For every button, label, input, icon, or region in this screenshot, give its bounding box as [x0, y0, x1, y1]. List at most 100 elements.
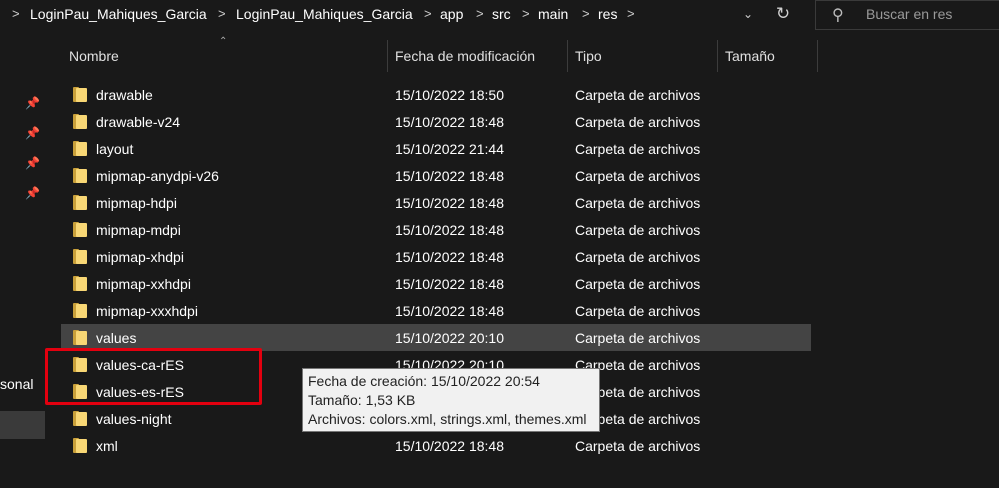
folder-icon: [73, 87, 87, 102]
folder-icon: [73, 303, 87, 318]
table-row[interactable]: mipmap-anydpi-v26 15/10/2022 18:48 Carpe…: [61, 162, 811, 189]
breadcrumb-item[interactable]: app: [440, 6, 463, 22]
search-input[interactable]: ⚲ Buscar en res: [815, 0, 999, 30]
column-size[interactable]: Tamaño: [725, 48, 775, 64]
table-row[interactable]: drawable 15/10/2022 18:50 Carpeta de arc…: [61, 81, 811, 108]
file-type: Carpeta de archivos: [575, 168, 701, 184]
file-type: Carpeta de archivos: [575, 195, 701, 211]
folder-icon: [73, 141, 87, 156]
file-type: Carpeta de archivos: [575, 438, 701, 454]
file-name: xml: [96, 438, 118, 454]
file-date: 15/10/2022 18:48: [395, 438, 504, 454]
table-row[interactable]: mipmap-xhdpi 15/10/2022 18:48 Carpeta de…: [61, 243, 811, 270]
breadcrumb-item[interactable]: main: [538, 6, 568, 22]
chevron-right-icon[interactable]: >: [12, 6, 20, 21]
column-type[interactable]: Tipo: [575, 48, 602, 64]
file-name: values-es-rES: [96, 384, 184, 400]
table-row[interactable]: drawable-v24 15/10/2022 18:48 Carpeta de…: [61, 108, 811, 135]
table-row[interactable]: mipmap-xxxhdpi 15/10/2022 18:48 Carpeta …: [61, 297, 811, 324]
column-header: ⌃ Nombre Fecha de modificación Tipo Tama…: [61, 36, 821, 72]
file-date: 15/10/2022 18:48: [395, 195, 504, 211]
file-name: values-ca-rES: [96, 357, 184, 373]
search-icon: ⚲: [832, 7, 844, 24]
table-row-hovered[interactable]: values 15/10/2022 20:10 Carpeta de archi…: [61, 324, 811, 351]
table-row[interactable]: mipmap-xxhdpi 15/10/2022 18:48 Carpeta d…: [61, 270, 811, 297]
file-name: drawable-v24: [96, 114, 181, 130]
column-date[interactable]: Fecha de modificación: [395, 48, 535, 64]
folder-icon: [73, 330, 87, 345]
tooltip-created: Fecha de creación: 15/10/2022 20:54: [308, 373, 540, 389]
file-date: 15/10/2022 18:48: [395, 303, 504, 319]
folder-icon: [73, 195, 87, 210]
file-name: mipmap-hdpi: [96, 195, 177, 211]
navigation-pane: 📌 📌 📌 📌 sonal: [0, 30, 45, 488]
folder-icon: [73, 249, 87, 264]
column-divider[interactable]: [817, 40, 818, 72]
file-date: 15/10/2022 21:44: [395, 141, 504, 157]
chevron-right-icon[interactable]: >: [582, 6, 590, 21]
breadcrumb: > LoginPau_Mahiques_Garcia > LoginPau_Ma…: [0, 0, 760, 30]
folder-icon: [73, 222, 87, 237]
breadcrumb-item[interactable]: src: [492, 6, 511, 22]
file-name: values-night: [96, 411, 172, 427]
file-date: 15/10/2022 18:48: [395, 168, 504, 184]
folder-icon: [73, 384, 87, 399]
nav-item-selected[interactable]: [0, 411, 45, 439]
chevron-right-icon[interactable]: >: [476, 6, 484, 21]
file-date: 15/10/2022 18:48: [395, 114, 504, 130]
chevron-right-icon[interactable]: >: [522, 6, 530, 21]
column-divider[interactable]: [387, 40, 388, 72]
sort-up-icon: ⌃: [219, 36, 228, 47]
file-date: 15/10/2022 18:48: [395, 222, 504, 238]
file-name: mipmap-mdpi: [96, 222, 181, 238]
table-row[interactable]: mipmap-mdpi 15/10/2022 18:48 Carpeta de …: [61, 216, 811, 243]
pin-icon[interactable]: 📌: [25, 96, 40, 110]
folder-icon: [73, 276, 87, 291]
table-row[interactable]: xml 15/10/2022 18:48 Carpeta de archivos: [61, 432, 811, 459]
folder-icon: [73, 168, 87, 183]
file-type: Carpeta de archivos: [575, 141, 701, 157]
table-row[interactable]: layout 15/10/2022 21:44 Carpeta de archi…: [61, 135, 811, 162]
file-name: values: [96, 330, 137, 346]
chevron-right-icon[interactable]: >: [424, 6, 432, 21]
folder-icon: [73, 411, 87, 426]
pin-icon[interactable]: 📌: [25, 156, 40, 170]
nav-item-label[interactable]: sonal: [0, 376, 33, 392]
chevron-down-icon[interactable]: ⌄: [738, 4, 758, 24]
tooltip-files: Archivos: colors.xml, strings.xml, theme…: [308, 411, 587, 427]
tooltip-size: Tamaño: 1,53 KB: [308, 392, 416, 408]
breadcrumb-item[interactable]: res: [598, 6, 617, 22]
file-date: 15/10/2022 18:48: [395, 249, 504, 265]
file-name: mipmap-anydpi-v26: [96, 168, 219, 184]
file-type: Carpeta de archivos: [575, 303, 701, 319]
file-date: 15/10/2022 18:48: [395, 276, 504, 292]
file-name: layout: [96, 141, 134, 157]
breadcrumb-item[interactable]: LoginPau_Mahiques_Garcia: [30, 6, 207, 22]
folder-icon: [73, 114, 87, 129]
file-date: 15/10/2022 20:10: [395, 330, 504, 346]
column-divider[interactable]: [567, 40, 568, 72]
chevron-right-icon[interactable]: >: [218, 6, 226, 21]
folder-icon: [73, 438, 87, 453]
breadcrumb-item[interactable]: LoginPau_Mahiques_Garcia: [236, 6, 413, 22]
file-type: Carpeta de archivos: [575, 330, 701, 346]
chevron-right-icon[interactable]: >: [627, 6, 635, 21]
refresh-icon[interactable]: ↻: [772, 3, 794, 25]
folder-info-tooltip: Fecha de creación: 15/10/2022 20:54 Tama…: [302, 368, 600, 432]
file-name: mipmap-xxxhdpi: [96, 303, 198, 319]
file-type: Carpeta de archivos: [575, 222, 701, 238]
search-placeholder: Buscar en res: [866, 6, 953, 22]
pin-icon[interactable]: 📌: [25, 186, 40, 200]
pin-icon[interactable]: 📌: [25, 126, 40, 140]
column-divider[interactable]: [717, 40, 718, 72]
table-row[interactable]: mipmap-hdpi 15/10/2022 18:48 Carpeta de …: [61, 189, 811, 216]
file-date: 15/10/2022 18:50: [395, 87, 504, 103]
folder-icon: [73, 357, 87, 372]
file-name: drawable: [96, 87, 153, 103]
file-type: Carpeta de archivos: [575, 276, 701, 292]
file-type: Carpeta de archivos: [575, 249, 701, 265]
file-type: Carpeta de archivos: [575, 114, 701, 130]
file-name: mipmap-xxhdpi: [96, 276, 191, 292]
column-name[interactable]: Nombre: [69, 48, 119, 64]
file-type: Carpeta de archivos: [575, 87, 701, 103]
